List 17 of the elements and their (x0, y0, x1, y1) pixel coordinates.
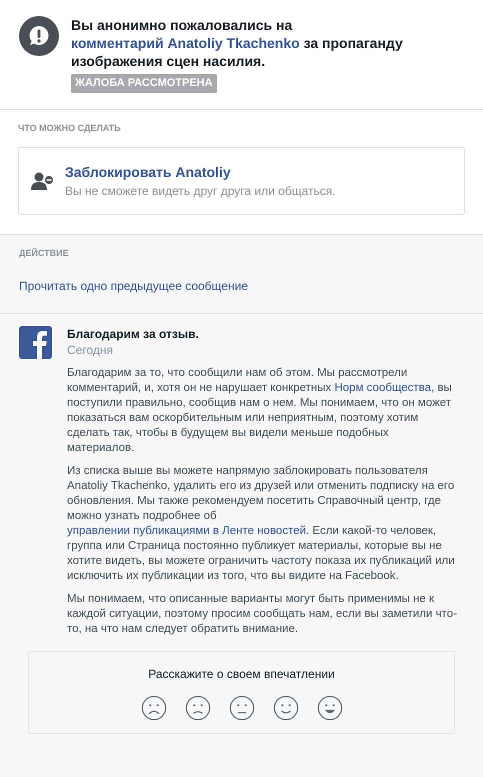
message-title: Благодарим за отзыв. (67, 326, 200, 342)
message-paragraph: Благодарим за то, что сообщили нам об этом. Мы рассмотрели комментарий, и, хотя он не нарушает конкретных Норм сообщества, вы поступили правильно, сообщив нам о нем. Мы понимаем, что он может показаться вам оскорбительным или неприятным, поэтому хотим сделать так, чтобы в будущем вы видели меньше подобных материалов. (67, 366, 453, 456)
section-heading: ДЕЙСТВИЕ (19, 247, 70, 260)
report-headline: Вы анонимно пожаловались на комментарий Anatoliy Tkachenko за пропаганду изображения сцен насилия. (71, 16, 404, 70)
inline-link[interactable]: Норм сообщества (334, 382, 432, 394)
block-description: Вы не сможете видеть друг друга или общаться. (65, 183, 336, 199)
block-card[interactable]: Заблокировать Anatoliy Вы не сможете видеть друг друга или общаться. (18, 147, 465, 215)
inline-link[interactable]: комментарий Anatoliy Tkachenko (71, 35, 300, 51)
message-paragraph: Из списка выше вы можете напрямую заблокировать пользователя Anatoliy Tkachenko, удалить его из друзей или отменить подписку на его обновления. Мы также рекомендуем посетить Справочный центр, где можно узнать подробнее об управлении публикациями в Ленте новостей. Если какой-то человек, группа или Страница постоянно публикует материалы, которые вы не хотите видеть, вы можете ограничить частоту показа их публикаций или исключить их публикации из того, что вы видите на Facebook. (67, 464, 456, 584)
section-heading: ЧТО МОЖНО СДЕЛАТЬ (18, 122, 122, 135)
feedback-prompt: Расскажите о своем впечатлении (148, 666, 335, 682)
inline-link[interactable]: управлении публикациями в Ленте новостей (67, 524, 306, 536)
previous-message-link[interactable]: Прочитать одно предыдущее сообщение (19, 276, 464, 294)
block-title: Заблокировать Anatoliy (65, 163, 232, 181)
message-time: Сегодня (67, 342, 114, 358)
status-badge: ЖАЛОБА РАССМОТРЕНА (71, 74, 217, 92)
message-paragraph: Мы понимаем, что описанные варианты могут быть применимы не к каждой ситуации, поэтому просим сообщать нам, если вы заметили что-то, на что нам следует обратить внимание. (67, 592, 457, 636)
